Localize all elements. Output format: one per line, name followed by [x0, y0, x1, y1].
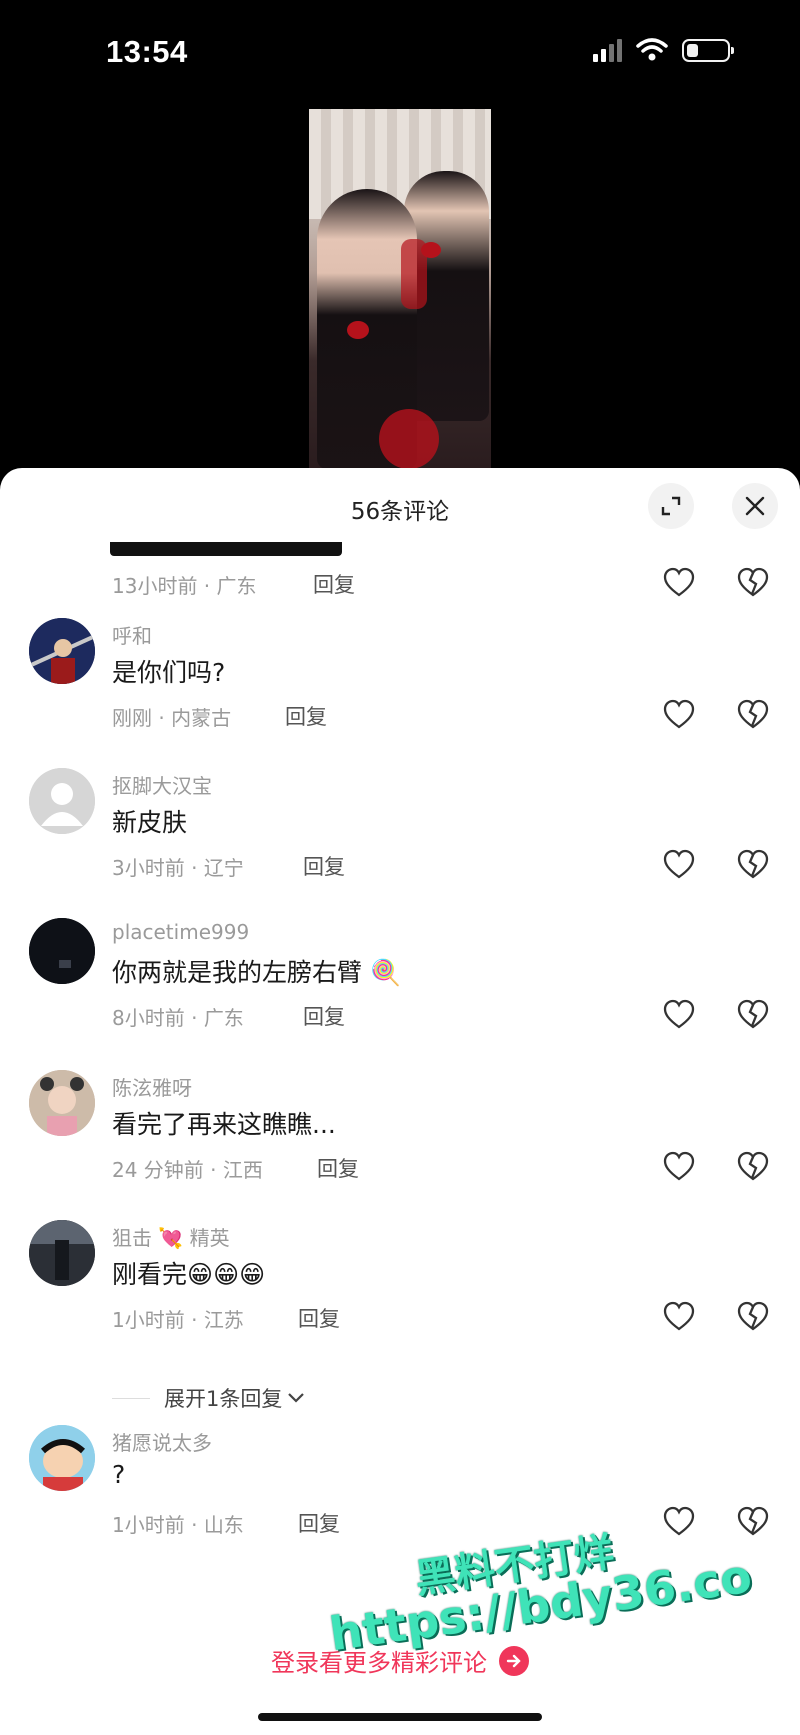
comment-text: 刚看完😁😁😁	[112, 1260, 266, 1289]
reply-button[interactable]: 回复	[303, 851, 345, 881]
comment-username[interactable]: 猪愿说太多	[112, 1427, 212, 1456]
comment-meta: 13小时前 · 广东	[112, 574, 257, 598]
comment-text: 你两就是我的左膀右臂 🍭	[112, 958, 402, 987]
comment-meta: 1小时前 · 江苏	[112, 1308, 244, 1332]
comments-sheet: 56条评论 13小时前 · 广东 回复 呼和 是你们吗? 刚刚 · 内蒙古 回复	[0, 468, 800, 1735]
status-time: 13:54	[106, 34, 188, 69]
dislike-icon[interactable]	[736, 998, 770, 1032]
like-icon[interactable]	[662, 698, 696, 732]
comment-username[interactable]: placetime999	[112, 920, 249, 944]
close-icon	[745, 496, 765, 516]
anime-avatar[interactable]	[29, 618, 95, 684]
comment-meta: 24 分钟前 · 江西	[112, 1158, 263, 1182]
comment-text: ?	[112, 1460, 126, 1489]
heart-arrow-emoji: 💘	[158, 1226, 184, 1250]
grin-emoji: 😁😁😁	[187, 1260, 266, 1289]
close-button[interactable]	[732, 483, 778, 529]
lollipop-emoji: 🍭	[369, 958, 402, 987]
comment-meta: 8小时前 · 广东	[112, 1006, 244, 1030]
comment-meta: 3小时前 · 辽宁	[112, 856, 244, 880]
arrow-right-icon	[499, 1645, 529, 1676]
home-indicator[interactable]	[258, 1713, 542, 1721]
status-bar: 13:54	[0, 0, 800, 100]
dislike-icon[interactable]	[736, 698, 770, 732]
like-icon[interactable]	[662, 1505, 696, 1539]
chevron-down-icon	[288, 1393, 305, 1403]
expand-replies-button[interactable]: 展开1条回复	[112, 1383, 306, 1413]
comment-meta: 1小时前 · 山东	[112, 1513, 244, 1537]
photo-avatar[interactable]	[29, 1220, 95, 1286]
dislike-icon[interactable]	[736, 1150, 770, 1184]
dislike-icon[interactable]	[736, 566, 770, 600]
dislike-icon[interactable]	[736, 1505, 770, 1539]
battery-icon	[682, 38, 734, 62]
comment-username[interactable]: 狙击 💘 精英	[112, 1222, 230, 1251]
reply-button[interactable]: 回复	[317, 1153, 359, 1183]
like-icon[interactable]	[662, 1150, 696, 1184]
reply-button[interactable]: 回复	[313, 569, 355, 599]
reply-button[interactable]: 回复	[298, 1508, 340, 1538]
dark-avatar[interactable]	[29, 918, 95, 984]
video-thumbnail[interactable]	[309, 109, 491, 469]
comment-username[interactable]: 抠脚大汉宝	[112, 770, 212, 799]
comment-text: 新皮肤	[112, 808, 188, 837]
like-icon[interactable]	[662, 848, 696, 882]
status-icons	[593, 38, 734, 62]
wifi-icon	[636, 38, 668, 61]
like-icon[interactable]	[662, 998, 696, 1032]
like-icon[interactable]	[662, 566, 696, 600]
comment-text: 是你们吗?	[112, 658, 226, 687]
comment-username[interactable]: 呼和	[112, 620, 152, 649]
reply-button[interactable]: 回复	[303, 1001, 345, 1031]
comment-text: 看完了再来这瞧瞧...	[112, 1110, 336, 1139]
expand-button[interactable]	[648, 483, 694, 529]
default-avatar[interactable]	[29, 768, 95, 834]
cartoon-avatar[interactable]	[29, 1425, 95, 1491]
cellular-signal-icon	[593, 38, 622, 62]
like-icon[interactable]	[662, 1300, 696, 1334]
child-avatar[interactable]	[29, 1070, 95, 1136]
reply-button[interactable]: 回复	[298, 1303, 340, 1333]
expand-icon	[661, 496, 681, 516]
expand-replies-label: 展开1条回复	[164, 1387, 283, 1411]
expand-divider	[112, 1397, 150, 1399]
reply-button[interactable]: 回复	[285, 701, 327, 731]
comment-meta: 刚刚 · 内蒙古	[112, 706, 232, 730]
dislike-icon[interactable]	[736, 848, 770, 882]
dislike-icon[interactable]	[736, 1300, 770, 1334]
truncated-comment-bar	[110, 542, 342, 556]
comment-username[interactable]: 陈泫雅呀	[112, 1072, 192, 1101]
